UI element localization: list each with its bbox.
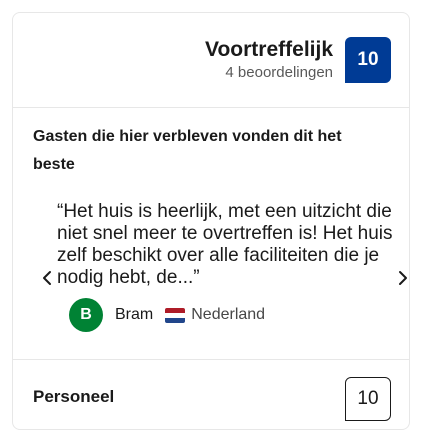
reviewer-info: B Bram Nederland [69,298,265,332]
review-score-card: Voortreffelijk 4 beoordelingen 10 Gasten… [12,12,410,430]
chevron-left-icon [43,271,51,285]
previous-review-button[interactable] [37,266,57,290]
rating-word: Voortreffelijk [205,38,333,61]
score-badge: 10 [345,37,391,83]
divider [13,359,409,360]
reviewer-name: Bram [115,306,154,323]
avatar: B [69,298,103,332]
chevron-right-icon [399,271,407,285]
review-quote[interactable]: “Het huis is heerlijk, met een uitzicht … [57,201,393,289]
category-label: Personeel [33,387,115,406]
next-review-button[interactable] [393,266,413,290]
category-score-badge: 10 [345,377,391,421]
rating-summary: Voortreffelijk 4 beoordelingen [205,37,333,83]
highlights-title: Gasten die hier verbleven vonden dit het… [33,128,342,173]
review-score-header[interactable]: Voortreffelijk 4 beoordelingen 10 [13,13,409,108]
reviewer-country: Nederland [191,306,266,323]
review-count: 4 beoordelingen [225,64,333,81]
netherlands-flag-icon [165,307,186,323]
